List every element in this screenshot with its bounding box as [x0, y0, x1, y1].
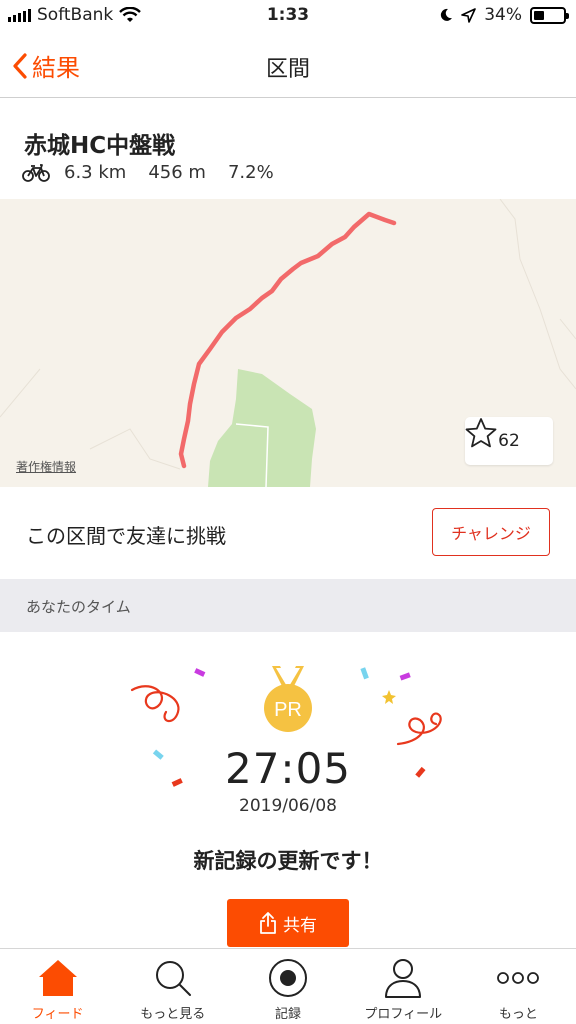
tab-bar: フィード もっと見る 記録 プロフィール もっと: [0, 948, 576, 1024]
share-label: 共有: [283, 915, 317, 936]
segment-stats: 6.3 km 456 m 7.2%: [22, 162, 274, 183]
segment-distance: 6.3 km: [64, 162, 127, 183]
star-count: 62: [498, 431, 520, 451]
status-right: 34%: [439, 5, 569, 25]
your-time-section-header: あなたのタイム: [0, 579, 576, 632]
challenge-button[interactable]: チャレンジ: [432, 508, 550, 556]
status-bar: SoftBank 1:33 34%: [0, 0, 576, 34]
search-icon: [153, 957, 193, 999]
tab-record[interactable]: 記録: [230, 949, 345, 1024]
home-icon: [37, 957, 79, 999]
share-button[interactable]: 共有: [227, 899, 349, 947]
tab-label: 記録: [275, 1007, 302, 1022]
segment-name: 赤城HC中盤戦: [24, 133, 176, 159]
segment-time: 27:05: [224, 744, 352, 793]
pr-badge-label: PR: [274, 699, 302, 721]
segment-date: 2019/06/08: [239, 796, 337, 816]
tab-feed[interactable]: フィード: [0, 949, 115, 1024]
tab-label: フィード: [31, 1007, 84, 1022]
battery-percent: 34%: [484, 5, 522, 25]
navigation-bar: 結果 区間: [0, 34, 576, 98]
location-arrow-icon: [461, 7, 477, 23]
segment-grade: 7.2%: [227, 162, 274, 183]
tab-label: もっと見る: [140, 1007, 206, 1022]
tab-label: プロフィール: [364, 1007, 443, 1022]
tab-explore[interactable]: もっと見る: [115, 949, 230, 1024]
challenge-text: この区間で友達に挑戦: [26, 524, 226, 548]
star-icon: [465, 418, 497, 448]
segment-header: 赤城HC中盤戦 6.3 km 456 m 7.2%: [0, 99, 576, 199]
battery-fill: [534, 10, 544, 20]
your-time-panel: PR 27:05 2019/06/08 新記録の更新です！ 共有: [0, 632, 576, 948]
segment-map[interactable]: 著作権情報 62: [0, 199, 576, 487]
section-label: あなたのタイム: [26, 598, 131, 616]
park-area: [208, 369, 316, 487]
page-title: 区間: [265, 57, 310, 82]
bicycle-icon: [22, 163, 50, 182]
segment-elevation: 456 m: [148, 162, 206, 183]
challenge-row: この区間で友達に挑戦 チャレンジ: [0, 487, 576, 579]
more-icon: [496, 957, 540, 999]
tab-more[interactable]: もっと: [461, 949, 576, 1024]
star-button[interactable]: 62: [465, 417, 553, 465]
map-attribution-link[interactable]: 著作権情報: [16, 458, 76, 475]
tab-profile[interactable]: プロフィール: [346, 949, 461, 1024]
pr-medal-icon: PR: [264, 666, 312, 732]
record-icon: [268, 957, 308, 999]
profile-icon: [383, 957, 423, 999]
battery-icon: [530, 6, 569, 24]
moon-icon: [441, 8, 453, 21]
new-record-message: 新記録の更新です！: [193, 849, 383, 873]
share-icon: [260, 912, 276, 934]
tab-label: もっと: [498, 1007, 538, 1022]
